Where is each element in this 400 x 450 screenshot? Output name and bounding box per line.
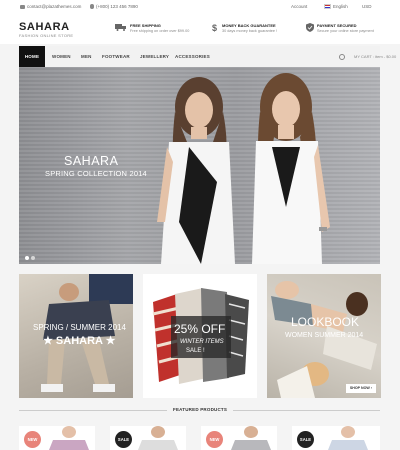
product-card[interactable]: NEW [201, 426, 277, 450]
slider-pagination [25, 256, 35, 260]
envelope-icon [20, 4, 25, 9]
nav-item-footwear[interactable]: FOOTWEAR [102, 46, 130, 67]
dollar-icon: $ [212, 23, 217, 32]
account-label: Account [291, 4, 308, 9]
hero-slider[interactable]: SAHARA SPRING COLLECTION 2014 [19, 67, 380, 264]
shield-check-icon [306, 23, 314, 32]
feature-title: MONEY BACK GUARANTEE [222, 23, 276, 28]
search-icon[interactable] [339, 54, 345, 60]
flag-icon [324, 4, 331, 9]
nav-item-women[interactable]: WOMEN [52, 46, 71, 67]
feature-money-back: $ MONEY BACK GUARANTEE 30 days money bac… [212, 23, 277, 33]
banner-title: SPRING / SUMMER 2014 [33, 323, 126, 332]
truck-icon [115, 24, 126, 31]
tagline: FASHION ONLINE STORE [19, 33, 74, 38]
slider-dot[interactable] [25, 256, 29, 260]
feature-title: FREE SHIPPING [130, 23, 161, 28]
currency-dropdown[interactable]: USD [362, 4, 372, 9]
banner-lookbook[interactable]: LOOKBOOK WOMEN SUMMER 2014 SHOP NOW › [267, 274, 381, 398]
banner-subtitle: WINTER ITEMS [180, 339, 224, 345]
sale-badge: SALE [297, 431, 314, 448]
main-nav: HOME WOMEN MEN FOOTWEAR JEWELLERY ACCESS… [19, 46, 396, 67]
new-badge: NEW [206, 431, 223, 448]
email-link[interactable]: contact@plazathemes.com [20, 4, 81, 9]
hero-subtitle: SPRING COLLECTION 2014 [45, 169, 147, 178]
divider [233, 410, 380, 411]
feature-subtitle: 30 days money back guarantee ! [222, 29, 278, 33]
phone-info: (+800) 123 456 7890 [90, 4, 138, 9]
banner-subtitle: ★ SAHARA ★ [43, 335, 116, 347]
banner-spring-summer[interactable]: SPRING / SUMMER 2014 ★ SAHARA ★ [19, 274, 133, 398]
nav-item-men[interactable]: MEN [81, 46, 92, 67]
top-bar: contact@plazathemes.com (+800) 123 456 7… [0, 0, 400, 14]
banner-tag: SALE ! [186, 348, 205, 354]
hero-model-image [157, 77, 235, 264]
banner-title: LOOKBOOK [291, 315, 360, 329]
sale-badge: SALE [115, 431, 132, 448]
new-badge: NEW [24, 431, 41, 448]
svg-text:$: $ [212, 23, 217, 32]
language-label: English [333, 4, 348, 9]
nav-item-accessories[interactable]: ACCESSORIES [175, 46, 210, 67]
divider [19, 410, 167, 411]
feature-subtitle: Free shipping on order over $99.00 [130, 29, 190, 33]
hero-title: SAHARA [64, 154, 119, 168]
cart-summary[interactable]: MY CART : item - $0.00 [354, 46, 396, 67]
nav-item-jewellery[interactable]: JEWELLERY [140, 46, 169, 67]
feature-title: PAYMENT SECURED [317, 23, 357, 28]
shop-now-button[interactable]: SHOP NOW › [345, 384, 376, 393]
section-title: FEATURED PRODUCTS [173, 407, 228, 412]
slider-dot[interactable] [31, 256, 35, 260]
language-dropdown[interactable]: English [324, 4, 348, 9]
feature-subtitle: Secure your online store payment [317, 29, 374, 33]
currency-label: USD [362, 4, 372, 9]
feature-free-shipping: FREE SHIPPING Free shipping on order ove… [115, 23, 189, 33]
logo[interactable]: SAHARA [19, 22, 70, 33]
featured-products-heading: FEATURED PRODUCTS [19, 405, 380, 415]
feature-payment-secured: PAYMENT SECURED Secure your online store… [306, 23, 374, 33]
page: contact@plazathemes.com (+800) 123 456 7… [0, 0, 400, 450]
product-card[interactable]: NEW [19, 426, 95, 450]
product-card[interactable]: SALE [110, 426, 186, 450]
nav-item-home[interactable]: HOME [19, 46, 45, 67]
account-dropdown[interactable]: Account [291, 4, 307, 9]
product-card[interactable]: SALE [292, 426, 380, 450]
banner-winter-sale[interactable]: 25% OFF WINTER ITEMS SALE ! [143, 274, 257, 398]
email-text: contact@plazathemes.com [27, 4, 82, 9]
phone-icon [90, 4, 94, 9]
banner-title: 25% OFF [174, 322, 226, 336]
phone-text: (+800) 123 456 7890 [96, 4, 138, 9]
hero-model-image [252, 73, 330, 264]
banner-subtitle: WOMEN SUMMER 2014 [285, 332, 364, 339]
